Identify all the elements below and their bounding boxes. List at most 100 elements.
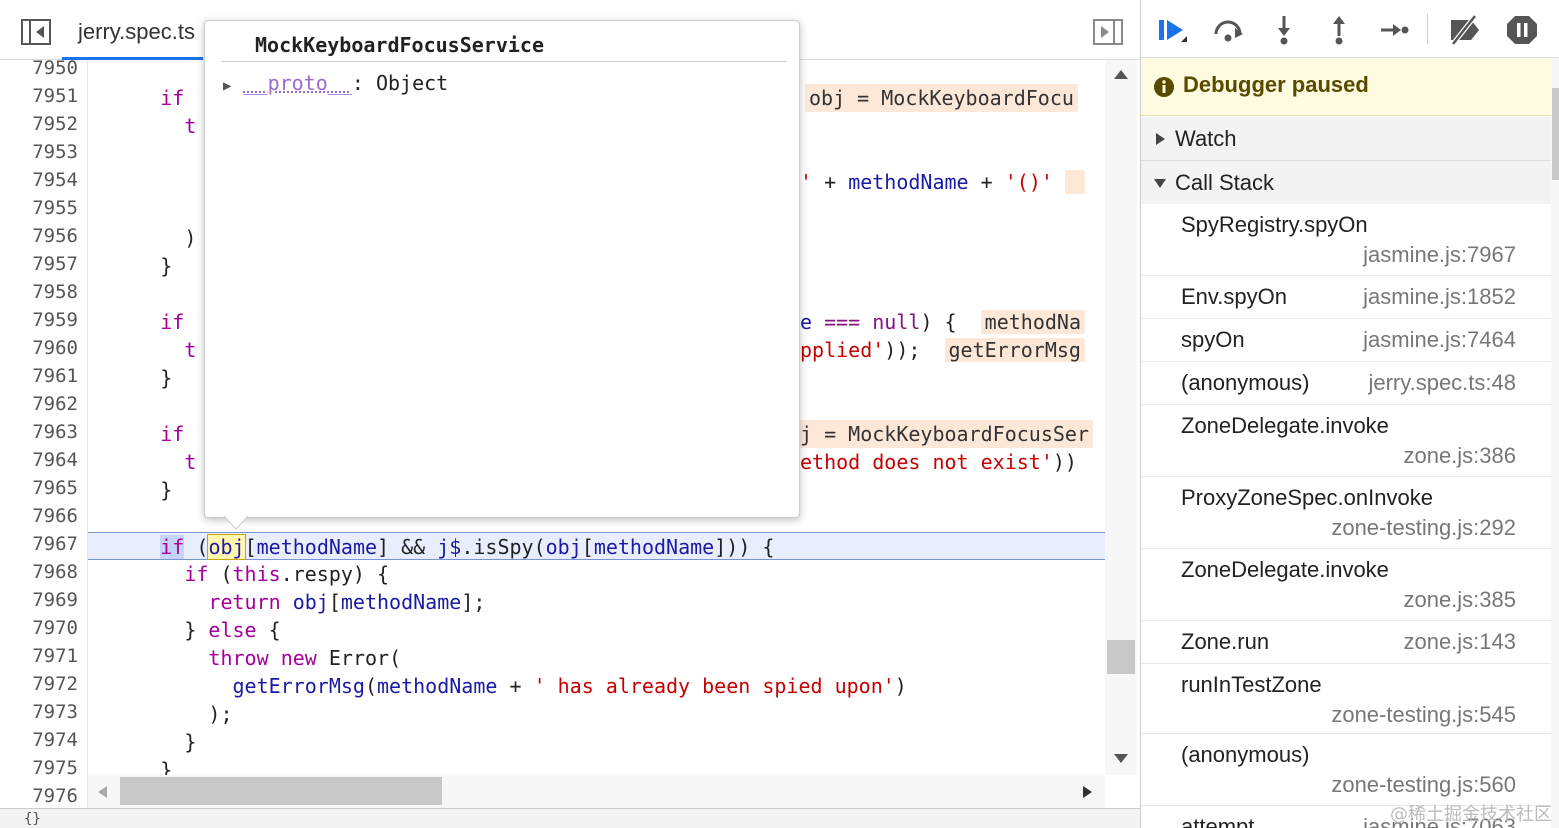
line-number[interactable]: 7960 <box>0 334 80 362</box>
line-number[interactable]: 7955 <box>0 194 80 222</box>
keyword-fragment: t <box>184 338 197 362</box>
identifier[interactable]: methodName <box>594 535 714 559</box>
deactivate-breakpoints-icon[interactable] <box>1447 14 1481 46</box>
scroll-right-icon[interactable] <box>1082 785 1094 799</box>
callstack-section-header[interactable]: Call Stack <box>1141 161 1551 205</box>
line-number[interactable]: 7973 <box>0 698 80 726</box>
keyword: else <box>208 618 257 642</box>
keyword: if <box>184 562 209 586</box>
brace: } <box>160 478 173 502</box>
call-stack-frame[interactable]: SpyRegistry.spyOn jasmine.js:7967 <box>1141 204 1551 276</box>
line-number[interactable]: 7956 <box>0 222 80 250</box>
keyword: if <box>160 86 185 110</box>
scroll-down-icon[interactable] <box>1113 752 1129 764</box>
line-number[interactable]: 7950 <box>0 54 80 82</box>
file-tab-jerry-spec[interactable]: jerry.spec.ts <box>62 0 203 60</box>
line-number[interactable]: 7967 <box>0 530 80 558</box>
line-number[interactable]: 7971 <box>0 642 80 670</box>
step-icon[interactable] <box>1377 14 1411 46</box>
toggle-navigator-icon[interactable] <box>20 18 52 46</box>
line-number[interactable]: 7972 <box>0 670 80 698</box>
identifier[interactable]: j$ <box>437 535 461 559</box>
operator: ] && <box>377 535 426 559</box>
line-number[interactable]: 7958 <box>0 278 80 306</box>
frame-location: jasmine.js:7464 <box>1363 327 1516 352</box>
expand-down-icon <box>1154 179 1166 188</box>
line-number[interactable]: 7965 <box>0 474 80 502</box>
line-number[interactable]: 7976 <box>0 782 80 810</box>
line-number[interactable]: 7966 <box>0 502 80 530</box>
brace: } <box>160 254 173 278</box>
step-over-icon[interactable] <box>1211 14 1245 46</box>
call-stack-frame[interactable]: runInTestZone zone-testing.js:545 <box>1141 664 1551 734</box>
line-number[interactable]: 7970 <box>0 614 80 642</box>
call-stack-frame[interactable]: Env.spyOn jasmine.js:1852 <box>1141 276 1551 319</box>
line-number[interactable]: 7962 <box>0 390 80 418</box>
line-number[interactable]: 7957 <box>0 250 80 278</box>
expand-right-icon <box>1156 133 1165 145</box>
line-number[interactable]: 7961 <box>0 362 80 390</box>
call-stack-frame[interactable]: spyOn jasmine.js:7464 <box>1141 319 1551 362</box>
pause-on-exceptions-icon[interactable] <box>1505 14 1539 46</box>
line-number[interactable]: 7953 <box>0 138 80 166</box>
line-number[interactable]: 7954 <box>0 166 80 194</box>
frame-location: zone-testing.js:292 <box>1331 515 1516 540</box>
line-number[interactable]: 7951 <box>0 82 80 110</box>
pretty-print-icon[interactable]: {} <box>24 811 41 827</box>
identifier[interactable]: obj <box>293 590 329 614</box>
sidebar-scrollbar[interactable] <box>1551 58 1559 828</box>
frame-location: jasmine.js:7967 <box>1363 242 1516 267</box>
hovered-identifier[interactable]: obj <box>207 534 246 560</box>
toggle-debugger-sidebar-icon[interactable] <box>1092 18 1124 46</box>
proto-tree-item[interactable]: ▶ __proto__: Object <box>223 69 448 100</box>
line-number[interactable]: 7964 <box>0 446 80 474</box>
string: ' <box>800 170 813 194</box>
editor-vertical-scrollbar[interactable] <box>1105 60 1137 775</box>
identifier[interactable]: methodName <box>377 674 497 698</box>
frame-location: zone-testing.js:560 <box>1331 772 1516 797</box>
line-number-gutter[interactable]: 7950 7951 7952 7953 7954 7955 7956 7957 7958 7959… <box>0 57 88 810</box>
sidebar-scroll-thumb[interactable] <box>1552 88 1559 180</box>
call-stack-frame[interactable]: (anonymous) zone-testing.js:560 <box>1141 734 1551 806</box>
call-stack-frame[interactable]: Zone.run zone.js:143 <box>1141 621 1551 664</box>
expand-triangle-icon[interactable]: ▶ <box>223 78 231 94</box>
frame-location: jasmine.js:1852 <box>1363 284 1516 309</box>
code-line-7974: } <box>88 728 1105 756</box>
step-out-icon[interactable] <box>1322 14 1356 46</box>
code-fragment: )) <box>1052 450 1077 474</box>
code-fragment: .respy) { <box>280 562 390 586</box>
identifier[interactable]: methodName <box>341 590 461 614</box>
frame-function-name: attempt <box>1181 814 1255 828</box>
string: '()' <box>1004 170 1053 194</box>
line-number[interactable]: 7969 <box>0 586 80 614</box>
call-stack-frame[interactable]: ProxyZoneSpec.onInvoke zone-testing.js:29… <box>1141 477 1551 549</box>
vertical-scroll-thumb[interactable] <box>1107 640 1135 674</box>
identifier[interactable]: getErrorMsg <box>233 674 365 698</box>
line-number[interactable]: 7952 <box>0 110 80 138</box>
step-into-icon[interactable] <box>1267 14 1301 46</box>
scroll-up-icon[interactable] <box>1113 68 1129 80</box>
code-line-7971: throw new Error( <box>88 644 1105 672</box>
line-number[interactable]: 7963 <box>0 418 80 446</box>
call-stack-frame[interactable]: (anonymous) jerry.spec.ts:48 <box>1141 362 1551 405</box>
frame-location: zone.js:385 <box>1403 587 1516 612</box>
line-number[interactable]: 7974 <box>0 726 80 754</box>
identifier[interactable]: obj <box>546 535 582 559</box>
line-number[interactable]: 7959 <box>0 306 80 334</box>
keyword-fragment: t <box>184 450 197 474</box>
line-number[interactable]: 7975 <box>0 754 80 782</box>
proto-value: Object <box>375 71 449 95</box>
line-number[interactable]: 7968 <box>0 558 80 586</box>
debugger-paused-banner: Debugger paused <box>1141 58 1551 116</box>
frame-function-name: Zone.run <box>1181 629 1270 654</box>
identifier[interactable]: methodName <box>257 535 377 559</box>
resume-icon[interactable] <box>1155 14 1189 46</box>
operator: + <box>509 674 522 698</box>
watch-section-header[interactable]: Watch <box>1141 117 1551 161</box>
horizontal-scroll-thumb[interactable] <box>120 777 442 805</box>
scroll-left-icon[interactable] <box>96 785 108 799</box>
editor-horizontal-scrollbar[interactable] <box>88 775 1105 808</box>
call-stack-frame[interactable]: ZoneDelegate.invoke zone.js:385 <box>1141 549 1551 621</box>
call-stack-frame[interactable]: ZoneDelegate.invoke zone.js:386 <box>1141 405 1551 477</box>
watermark-text: @稀土掘金技术社区 <box>1390 804 1552 825</box>
